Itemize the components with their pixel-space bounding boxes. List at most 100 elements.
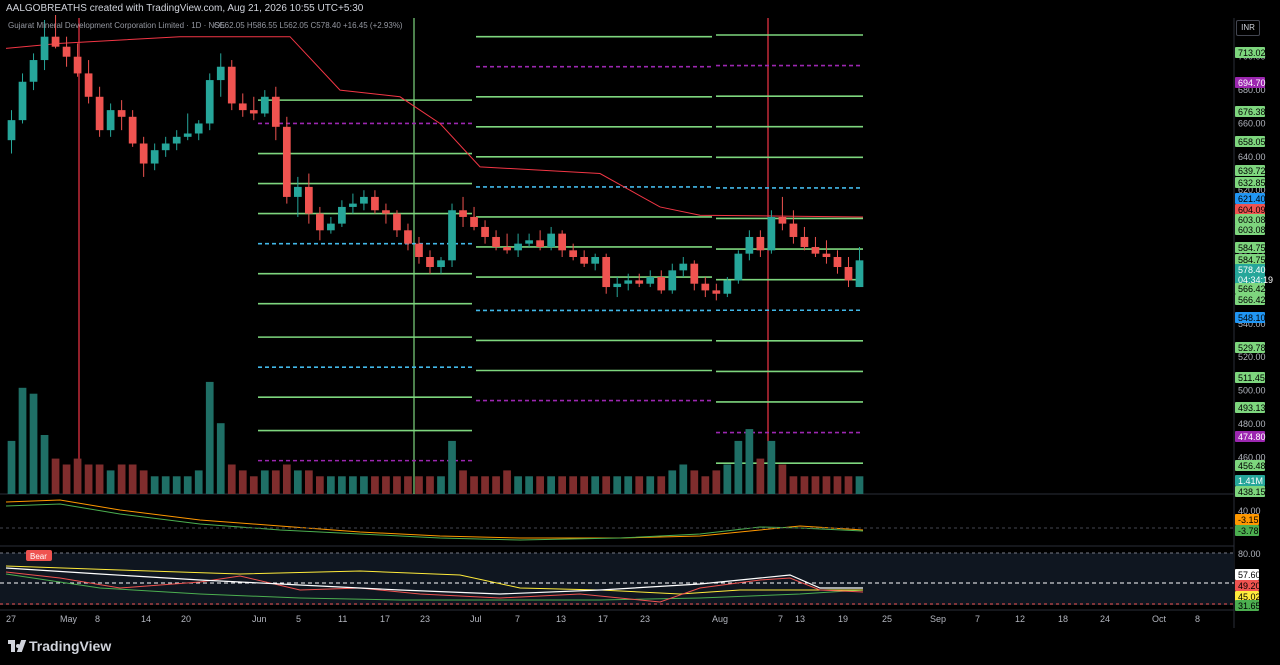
candle-body [844,267,853,281]
candle-body [525,240,533,244]
candle-body [415,243,423,257]
volume-bar [778,464,787,494]
price-badge-label: 603.08 [1238,225,1266,235]
time-tick-label: 7 [975,614,980,624]
candle-body [260,96,269,114]
volume-bar [503,470,511,494]
time-tick-label: 23 [420,614,430,624]
volume-bar [734,440,743,494]
time-tick-label: Aug [712,614,728,624]
volume-bar [624,476,633,494]
volume-bar [62,464,71,494]
candle-body [73,56,82,74]
price-badge-label: 658.05 [1238,137,1266,147]
volume-bar [558,476,567,494]
time-tick-label: 13 [556,614,566,624]
candle-body [547,233,555,247]
volume-bar [40,435,49,494]
oscillator-badge-label: -3.15 [1238,515,1259,525]
time-tick-label: 18 [1058,614,1068,624]
candle-body [316,213,324,231]
price-badge-label: 474.80 [1238,432,1266,442]
volume-bar [437,476,445,494]
candle-body [106,110,115,131]
oscillator-badge-label: -3.78 [1238,526,1259,536]
volume-bar [106,470,115,494]
volume-bar [382,476,390,494]
rsi-badge-label: 57.60 [1238,570,1261,580]
volume-bar [580,476,589,494]
candle-body [205,80,214,124]
price-badge-label: 639.72 [1238,166,1266,176]
time-tick-label: 27 [6,614,16,624]
candle-body [470,216,478,227]
volume-bar [194,470,203,494]
volume-bar [304,470,313,494]
candle-body [128,116,137,144]
time-tick-label: Sep [930,614,946,624]
currency-selector[interactable]: INR [1236,20,1260,36]
price-badge-label: 511.45 [1238,373,1265,383]
candle-body [492,236,500,247]
candle-body [382,210,390,214]
volume-bar [459,470,467,494]
candle-body [95,96,104,131]
volume-bar [73,458,82,494]
candle-body [7,120,16,141]
volume-bar [84,464,93,494]
time-tick-label: 11 [338,614,347,624]
time-tick-label: 5 [296,614,301,624]
time-tick-label: 23 [640,614,650,624]
volume-bar [536,476,544,494]
price-chart[interactable]: 700.00680.00660.00640.00620.00600.00580.… [0,0,1280,628]
candle-body [602,257,611,288]
time-tick-label: 14 [141,614,151,624]
candle-body [734,253,743,281]
candle-body [393,213,401,231]
volume-bar [701,476,710,494]
rsi-badge-label: 49.20 [1238,581,1261,591]
time-tick-label: 13 [795,614,805,624]
time-tick-label: 7 [515,614,520,624]
candle-body [29,60,38,82]
candle-body [613,283,622,288]
candle-body [448,210,456,261]
volume-bar [128,464,137,494]
time-tick-label: 8 [1195,614,1200,624]
candle-body [481,226,489,237]
price-badge-label: 713.02 [1238,48,1266,58]
candle-body [304,186,313,214]
candle-body [855,260,864,288]
volume-bar [514,476,522,494]
volume-bar [117,464,126,494]
candle-body [558,233,567,251]
volume-bar [316,476,324,494]
candle-body [282,126,291,197]
volume-bar [271,470,280,494]
volume-bar [569,476,578,494]
candle-body [293,186,302,197]
volume-bar [172,476,181,494]
volume-bar [525,476,533,494]
tradingview-logo-text: TradingView [29,638,112,654]
volume-bar [723,464,732,494]
time-tick-label: May [60,614,78,624]
candle-body [84,73,93,97]
candle-body [338,206,346,224]
volume-bar [767,440,776,494]
bear-tag: Bear [30,552,47,561]
price-badge-label: 456.48 [1238,461,1266,471]
candle-body [800,236,809,247]
volume-bar [789,476,798,494]
volume-bar [690,470,699,494]
price-badge-label: 604.09 [1238,205,1266,215]
candle-body [349,203,357,207]
volume-bar [646,476,655,494]
time-tick-label: 12 [1015,614,1025,624]
volume-bar [547,476,555,494]
candle-body [811,246,820,254]
candle-body [183,133,192,137]
candle-body [580,257,589,264]
price-badge-label: 438.15 [1238,487,1266,497]
price-tick-label: 640.00 [1238,152,1266,162]
